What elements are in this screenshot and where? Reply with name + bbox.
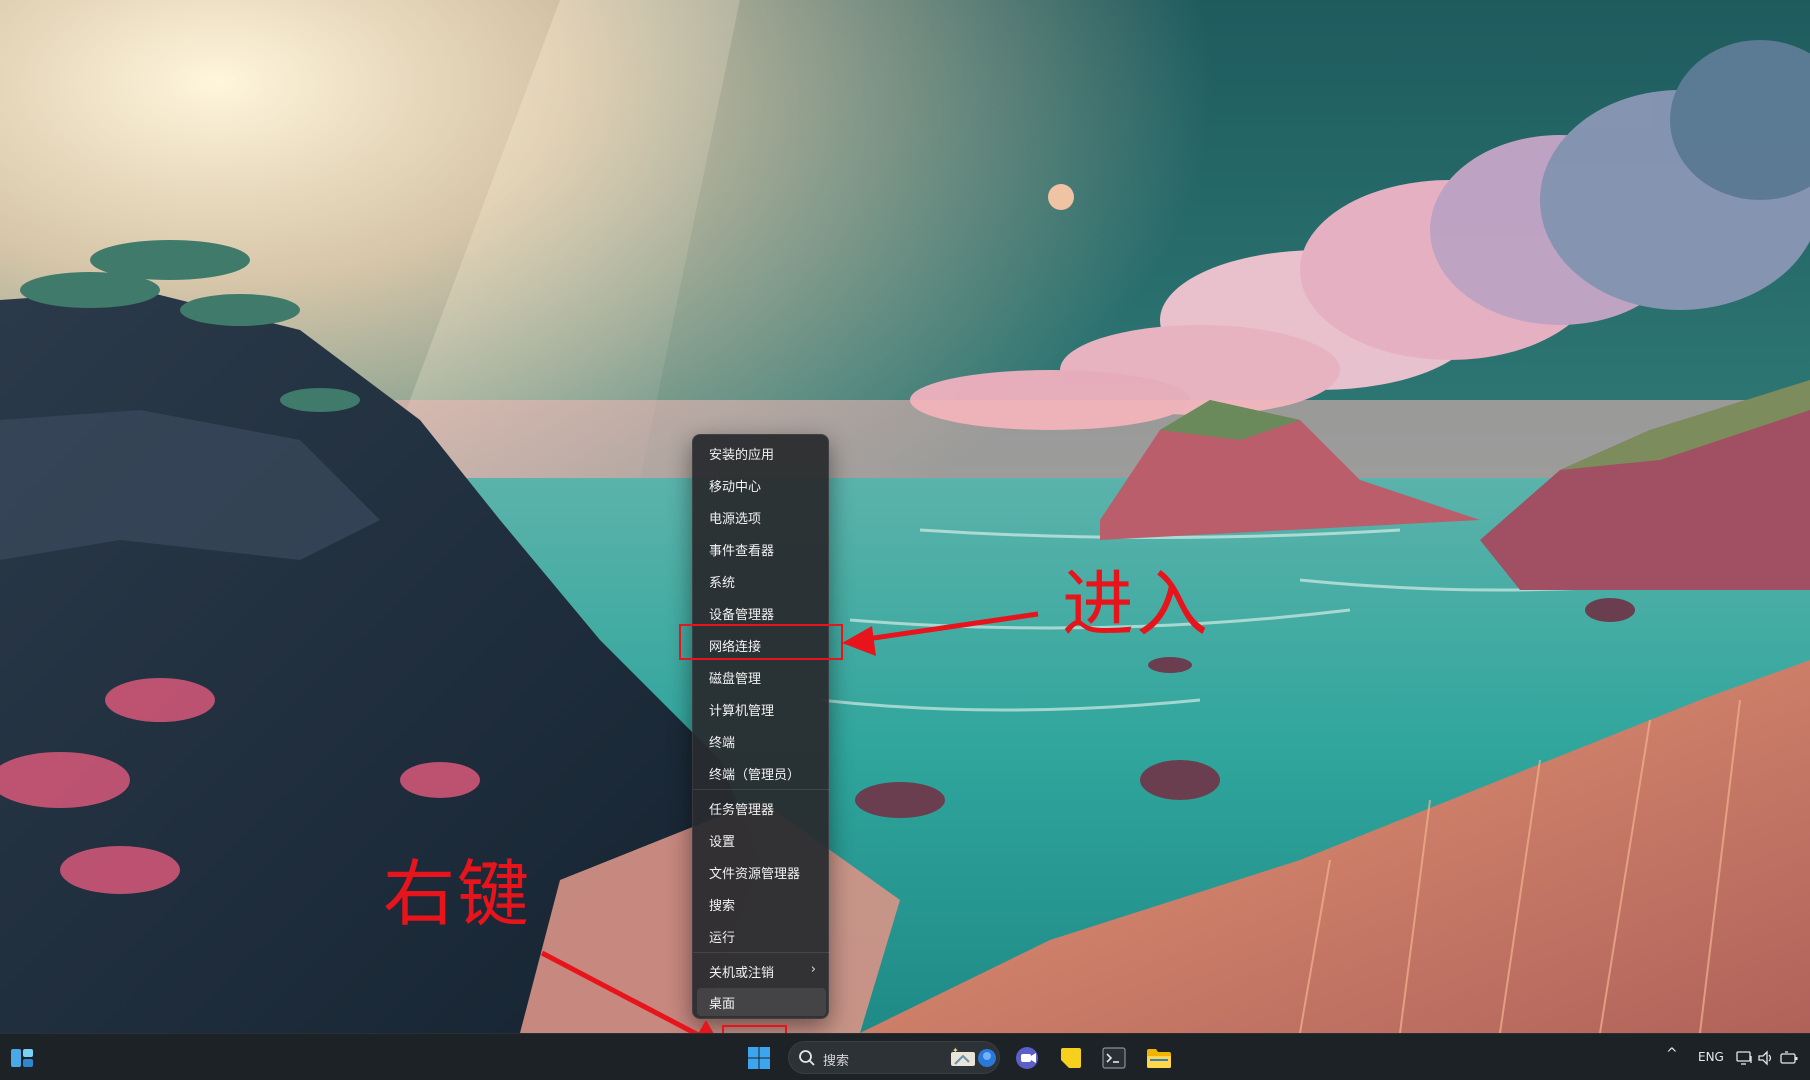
menu-item-settings[interactable]: 设置 bbox=[697, 826, 826, 854]
terminal-icon[interactable] bbox=[1098, 1042, 1130, 1074]
chevron-right-icon: › bbox=[810, 962, 816, 977]
menu-item-label: 事件查看器 bbox=[709, 543, 775, 559]
menu-item-label: 设备管理器 bbox=[709, 607, 775, 623]
menu-item-label: 桌面 bbox=[709, 996, 736, 1012]
menu-item-terminal-admin[interactable]: 终端（管理员） bbox=[697, 759, 826, 787]
menu-item-disk-management[interactable]: 磁盘管理 bbox=[697, 663, 826, 691]
sticky-notes-icon[interactable] bbox=[1055, 1042, 1087, 1074]
menu-item-label: 任务管理器 bbox=[709, 802, 775, 818]
language-indicator[interactable]: ENG bbox=[1698, 1050, 1724, 1064]
menu-item-power-options[interactable]: 电源选项 bbox=[697, 503, 826, 531]
menu-item-label: 设置 bbox=[709, 834, 736, 850]
teams-chat-icon[interactable] bbox=[1012, 1042, 1044, 1074]
menu-item-terminal[interactable]: 终端 bbox=[697, 727, 826, 755]
menu-item-search[interactable]: 搜索 bbox=[697, 890, 826, 918]
desktop-wallpaper bbox=[0, 0, 1810, 1033]
menu-item-label: 运行 bbox=[709, 930, 736, 946]
menu-item-label: 终端（管理员） bbox=[709, 767, 801, 783]
menu-item-mobility-center[interactable]: 移动中心 bbox=[697, 471, 826, 499]
network-icon[interactable] bbox=[1735, 1042, 1755, 1074]
menu-item-task-manager[interactable]: 任务管理器 bbox=[697, 794, 826, 822]
menu-item-label: 电源选项 bbox=[709, 511, 762, 527]
search-placeholder: 搜索 bbox=[823, 1054, 850, 1069]
menu-item-label: 搜索 bbox=[709, 898, 736, 914]
menu-item-file-explorer[interactable]: 文件资源管理器 bbox=[697, 858, 826, 886]
menu-item-run[interactable]: 运行 bbox=[697, 922, 826, 950]
menu-item-label: 文件资源管理器 bbox=[709, 866, 801, 882]
menu-separator bbox=[693, 789, 830, 790]
menu-separator bbox=[693, 952, 830, 953]
battery-icon[interactable] bbox=[1777, 1042, 1801, 1074]
menu-item-computer-management[interactable]: 计算机管理 bbox=[697, 695, 826, 723]
menu-item-label: 关机或注销 bbox=[709, 965, 775, 981]
menu-item-installed-apps[interactable]: 安装的应用 bbox=[697, 439, 826, 467]
widgets-icon[interactable] bbox=[6, 1042, 38, 1074]
menu-item-label: 移动中心 bbox=[709, 479, 762, 495]
menu-item-event-viewer[interactable]: 事件查看器 bbox=[697, 535, 826, 563]
file-explorer-icon[interactable] bbox=[1143, 1042, 1175, 1074]
annotation-right-click-label: 右键 bbox=[383, 852, 532, 936]
taskbar-search-box[interactable]: 搜索 ✦ bbox=[788, 1041, 1000, 1074]
search-highlight-icon: ✦ bbox=[951, 1046, 996, 1067]
menu-item-label: 网络连接 bbox=[709, 639, 762, 655]
menu-item-label: 计算机管理 bbox=[709, 703, 775, 719]
annotation-enter-label: 进入 bbox=[1062, 562, 1211, 646]
menu-item-system[interactable]: 系统 bbox=[697, 567, 826, 595]
tray-overflow-chevron-icon[interactable]: ^ bbox=[1666, 1046, 1678, 1062]
menu-item-label: 终端 bbox=[709, 735, 736, 751]
menu-item-desktop[interactable]: 桌面 bbox=[697, 988, 826, 1016]
volume-icon[interactable] bbox=[1756, 1042, 1776, 1074]
taskbar: 搜索 ✦ ^ ENG bbox=[0, 1033, 1810, 1080]
menu-item-shutdown-signout[interactable]: 关机或注销 › bbox=[697, 957, 826, 985]
menu-item-device-manager[interactable]: 设备管理器 bbox=[697, 599, 826, 627]
windows-start-icon[interactable] bbox=[743, 1042, 775, 1074]
menu-item-label: 系统 bbox=[709, 575, 736, 591]
menu-item-network-connections[interactable]: 网络连接 bbox=[697, 631, 826, 659]
menu-item-label: 安装的应用 bbox=[709, 447, 775, 463]
search-icon bbox=[799, 1050, 815, 1066]
start-context-menu: 安装的应用 移动中心 电源选项 事件查看器 系统 设备管理器 网络连接 磁盘管理… bbox=[692, 434, 830, 1019]
menu-item-label: 磁盘管理 bbox=[709, 671, 762, 687]
svg-text:✦: ✦ bbox=[952, 1046, 959, 1055]
